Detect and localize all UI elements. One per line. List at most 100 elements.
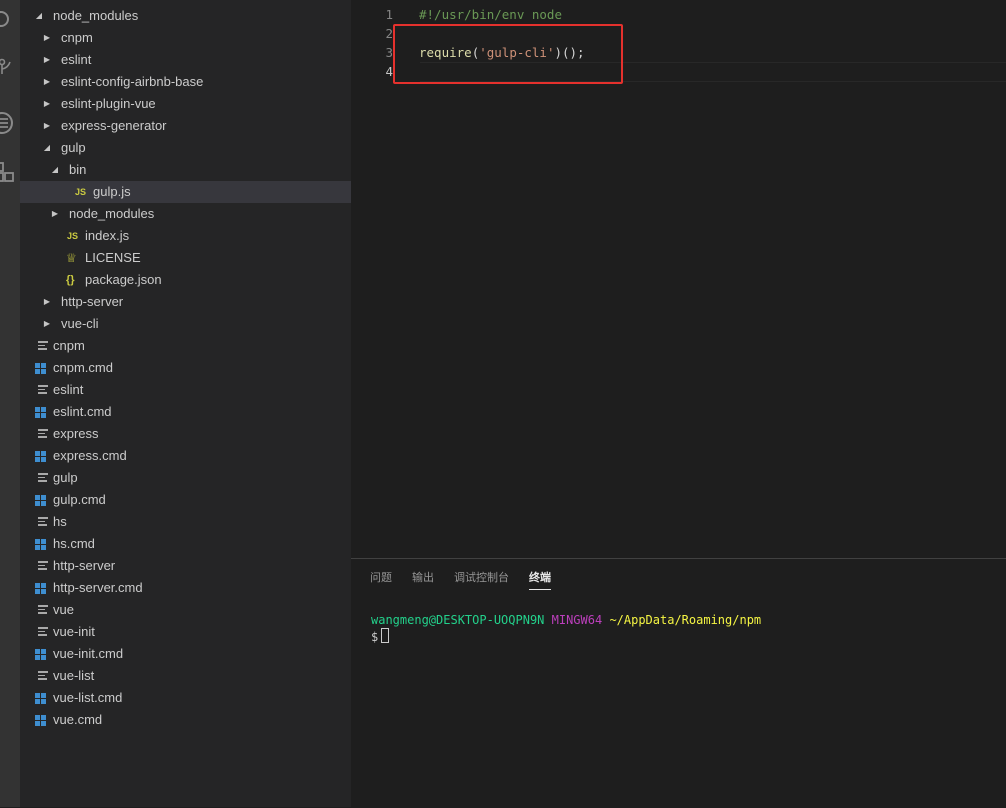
line-number: 4 bbox=[385, 64, 393, 79]
tree-file[interactable]: gulp.cmd bbox=[20, 489, 351, 511]
search-icon[interactable] bbox=[0, 6, 18, 32]
tree-file[interactable]: vue-init bbox=[20, 621, 351, 643]
tree-file[interactable]: vue-list.cmd bbox=[20, 687, 351, 709]
chevron-right-icon[interactable]: ▶ bbox=[42, 115, 52, 137]
text-file-icon bbox=[38, 561, 48, 571]
terminal-system: MINGW64 bbox=[551, 613, 603, 627]
line-number: 3 bbox=[385, 45, 393, 60]
tree-folder[interactable]: ▶ vue-cli bbox=[20, 313, 351, 335]
tree-item-label: express.cmd bbox=[53, 448, 127, 463]
extensions-icon[interactable] bbox=[0, 160, 18, 186]
tree-folder[interactable]: ◢ gulp bbox=[20, 137, 351, 159]
tree-file[interactable]: JS gulp.js bbox=[20, 181, 351, 203]
tab-output[interactable]: 输出 bbox=[412, 569, 434, 589]
javascript-file-icon: JS bbox=[67, 231, 79, 241]
text-file-icon bbox=[38, 517, 48, 527]
tree-folder[interactable]: ◢ bin bbox=[20, 159, 351, 181]
tree-item-label: LICENSE bbox=[85, 250, 141, 265]
tree-item-label: node_modules bbox=[69, 206, 155, 221]
tree-folder[interactable]: ▶ http-server bbox=[20, 291, 351, 313]
windows-cmd-icon bbox=[35, 451, 47, 462]
tab-debug-console[interactable]: 调试控制台 bbox=[454, 569, 509, 589]
tree-item-label: gulp bbox=[61, 140, 86, 155]
tree-file[interactable]: eslint bbox=[20, 379, 351, 401]
tree-file[interactable]: hs bbox=[20, 511, 351, 533]
json-file-icon: {} bbox=[66, 274, 75, 286]
chevron-right-icon[interactable]: ▶ bbox=[42, 93, 52, 115]
tree-folder[interactable]: ▶ eslint-plugin-vue bbox=[20, 93, 351, 115]
tree-file[interactable]: gulp bbox=[20, 467, 351, 489]
chevron-right-icon[interactable]: ▶ bbox=[42, 27, 52, 49]
tree-file[interactable]: http-server.cmd bbox=[20, 577, 351, 599]
tree-file[interactable]: vue-list bbox=[20, 665, 351, 687]
tree-file[interactable]: JS index.js bbox=[20, 225, 351, 247]
text-file-icon bbox=[38, 429, 48, 439]
tree-file[interactable]: {} package.json bbox=[20, 269, 351, 291]
debug-icon[interactable] bbox=[0, 110, 18, 136]
tree-file[interactable]: express.cmd bbox=[20, 445, 351, 467]
tree-item-label: node_modules bbox=[53, 8, 139, 23]
code-line[interactable]: 1 #!/usr/bin/env node bbox=[351, 5, 1006, 24]
tree-item-label: vue-init bbox=[53, 624, 95, 639]
source-control-icon[interactable] bbox=[0, 54, 18, 80]
tree-item-label: express-generator bbox=[61, 118, 167, 133]
tree-file[interactable]: vue.cmd bbox=[20, 709, 351, 731]
tree-item-label: index.js bbox=[85, 228, 130, 243]
text-file-icon bbox=[38, 341, 48, 351]
terminal-path: ~/AppData/Roaming/npm bbox=[609, 613, 762, 627]
chevron-right-icon[interactable]: ▶ bbox=[42, 71, 52, 93]
windows-cmd-icon bbox=[35, 539, 47, 550]
explorer-sidebar: ◢ node_modules ▶ cnpm ▶ eslint ▶ eslint-config-… bbox=[20, 0, 351, 807]
chevron-down-icon[interactable]: ◢ bbox=[34, 5, 44, 27]
tree-item-label: eslint bbox=[53, 382, 84, 397]
chevron-down-icon[interactable]: ◢ bbox=[50, 159, 60, 181]
terminal-prompt-line: wangmeng@DESKTOP-UOQPN9N MINGW64 ~/AppDa… bbox=[371, 612, 1001, 629]
tree-file[interactable]: ♕ LICENSE bbox=[20, 247, 351, 269]
tree-item-label: vue-cli bbox=[61, 316, 99, 331]
tree-folder[interactable]: ▶ eslint-config-airbnb-base bbox=[20, 71, 351, 93]
tree-file[interactable]: eslint.cmd bbox=[20, 401, 351, 423]
chevron-right-icon[interactable]: ▶ bbox=[50, 203, 60, 225]
tree-item-label: http-server bbox=[61, 294, 124, 309]
activity-bar bbox=[0, 0, 20, 807]
tree-item-label: vue-list bbox=[53, 668, 95, 683]
tree-file[interactable]: vue bbox=[20, 599, 351, 621]
code-content: #!/usr/bin/env node bbox=[419, 5, 562, 24]
tree-item-label: hs.cmd bbox=[53, 536, 95, 551]
tree-folder[interactable]: ▶ eslint bbox=[20, 49, 351, 71]
tree-item-label: gulp bbox=[53, 470, 78, 485]
chevron-right-icon[interactable]: ▶ bbox=[42, 313, 52, 335]
terminal-prompt-symbol: $ bbox=[371, 630, 379, 644]
bottom-panel: 问题 输出 调试控制台 终端 wangmeng@DESKTOP-UOQPN9N … bbox=[351, 558, 1006, 808]
tree-item-label: vue-list.cmd bbox=[53, 690, 123, 705]
tree-folder[interactable]: ▶ express-generator bbox=[20, 115, 351, 137]
tree-item-label: express bbox=[53, 426, 99, 441]
windows-cmd-icon bbox=[35, 693, 47, 704]
chevron-right-icon[interactable]: ▶ bbox=[42, 49, 52, 71]
tree-item-label: vue.cmd bbox=[53, 712, 103, 727]
line-number: 1 bbox=[385, 7, 393, 22]
tree-folder[interactable]: ▶ node_modules bbox=[20, 203, 351, 225]
tree-file[interactable]: vue-init.cmd bbox=[20, 643, 351, 665]
tree-file[interactable]: hs.cmd bbox=[20, 533, 351, 555]
tree-file[interactable]: cnpm.cmd bbox=[20, 357, 351, 379]
text-file-icon bbox=[38, 473, 48, 483]
tree-item-label: bin bbox=[69, 162, 87, 177]
chevron-right-icon[interactable]: ▶ bbox=[42, 291, 52, 313]
windows-cmd-icon bbox=[35, 715, 47, 726]
tree-file[interactable]: cnpm bbox=[20, 335, 351, 357]
tree-item-label: http-server bbox=[53, 558, 116, 573]
tree-item-label: eslint bbox=[61, 52, 92, 67]
tree-folder[interactable]: ◢ node_modules bbox=[20, 5, 351, 27]
windows-cmd-icon bbox=[35, 495, 47, 506]
tab-terminal[interactable]: 终端 bbox=[529, 569, 551, 590]
terminal-input-line[interactable]: $ bbox=[371, 628, 1001, 646]
text-file-icon bbox=[38, 385, 48, 395]
tree-item-label: http-server.cmd bbox=[53, 580, 143, 595]
chevron-down-icon[interactable]: ◢ bbox=[42, 137, 52, 159]
windows-cmd-icon bbox=[35, 363, 47, 374]
tree-file[interactable]: http-server bbox=[20, 555, 351, 577]
tree-file[interactable]: express bbox=[20, 423, 351, 445]
tree-folder[interactable]: ▶ cnpm bbox=[20, 27, 351, 49]
tab-problems[interactable]: 问题 bbox=[370, 569, 392, 589]
